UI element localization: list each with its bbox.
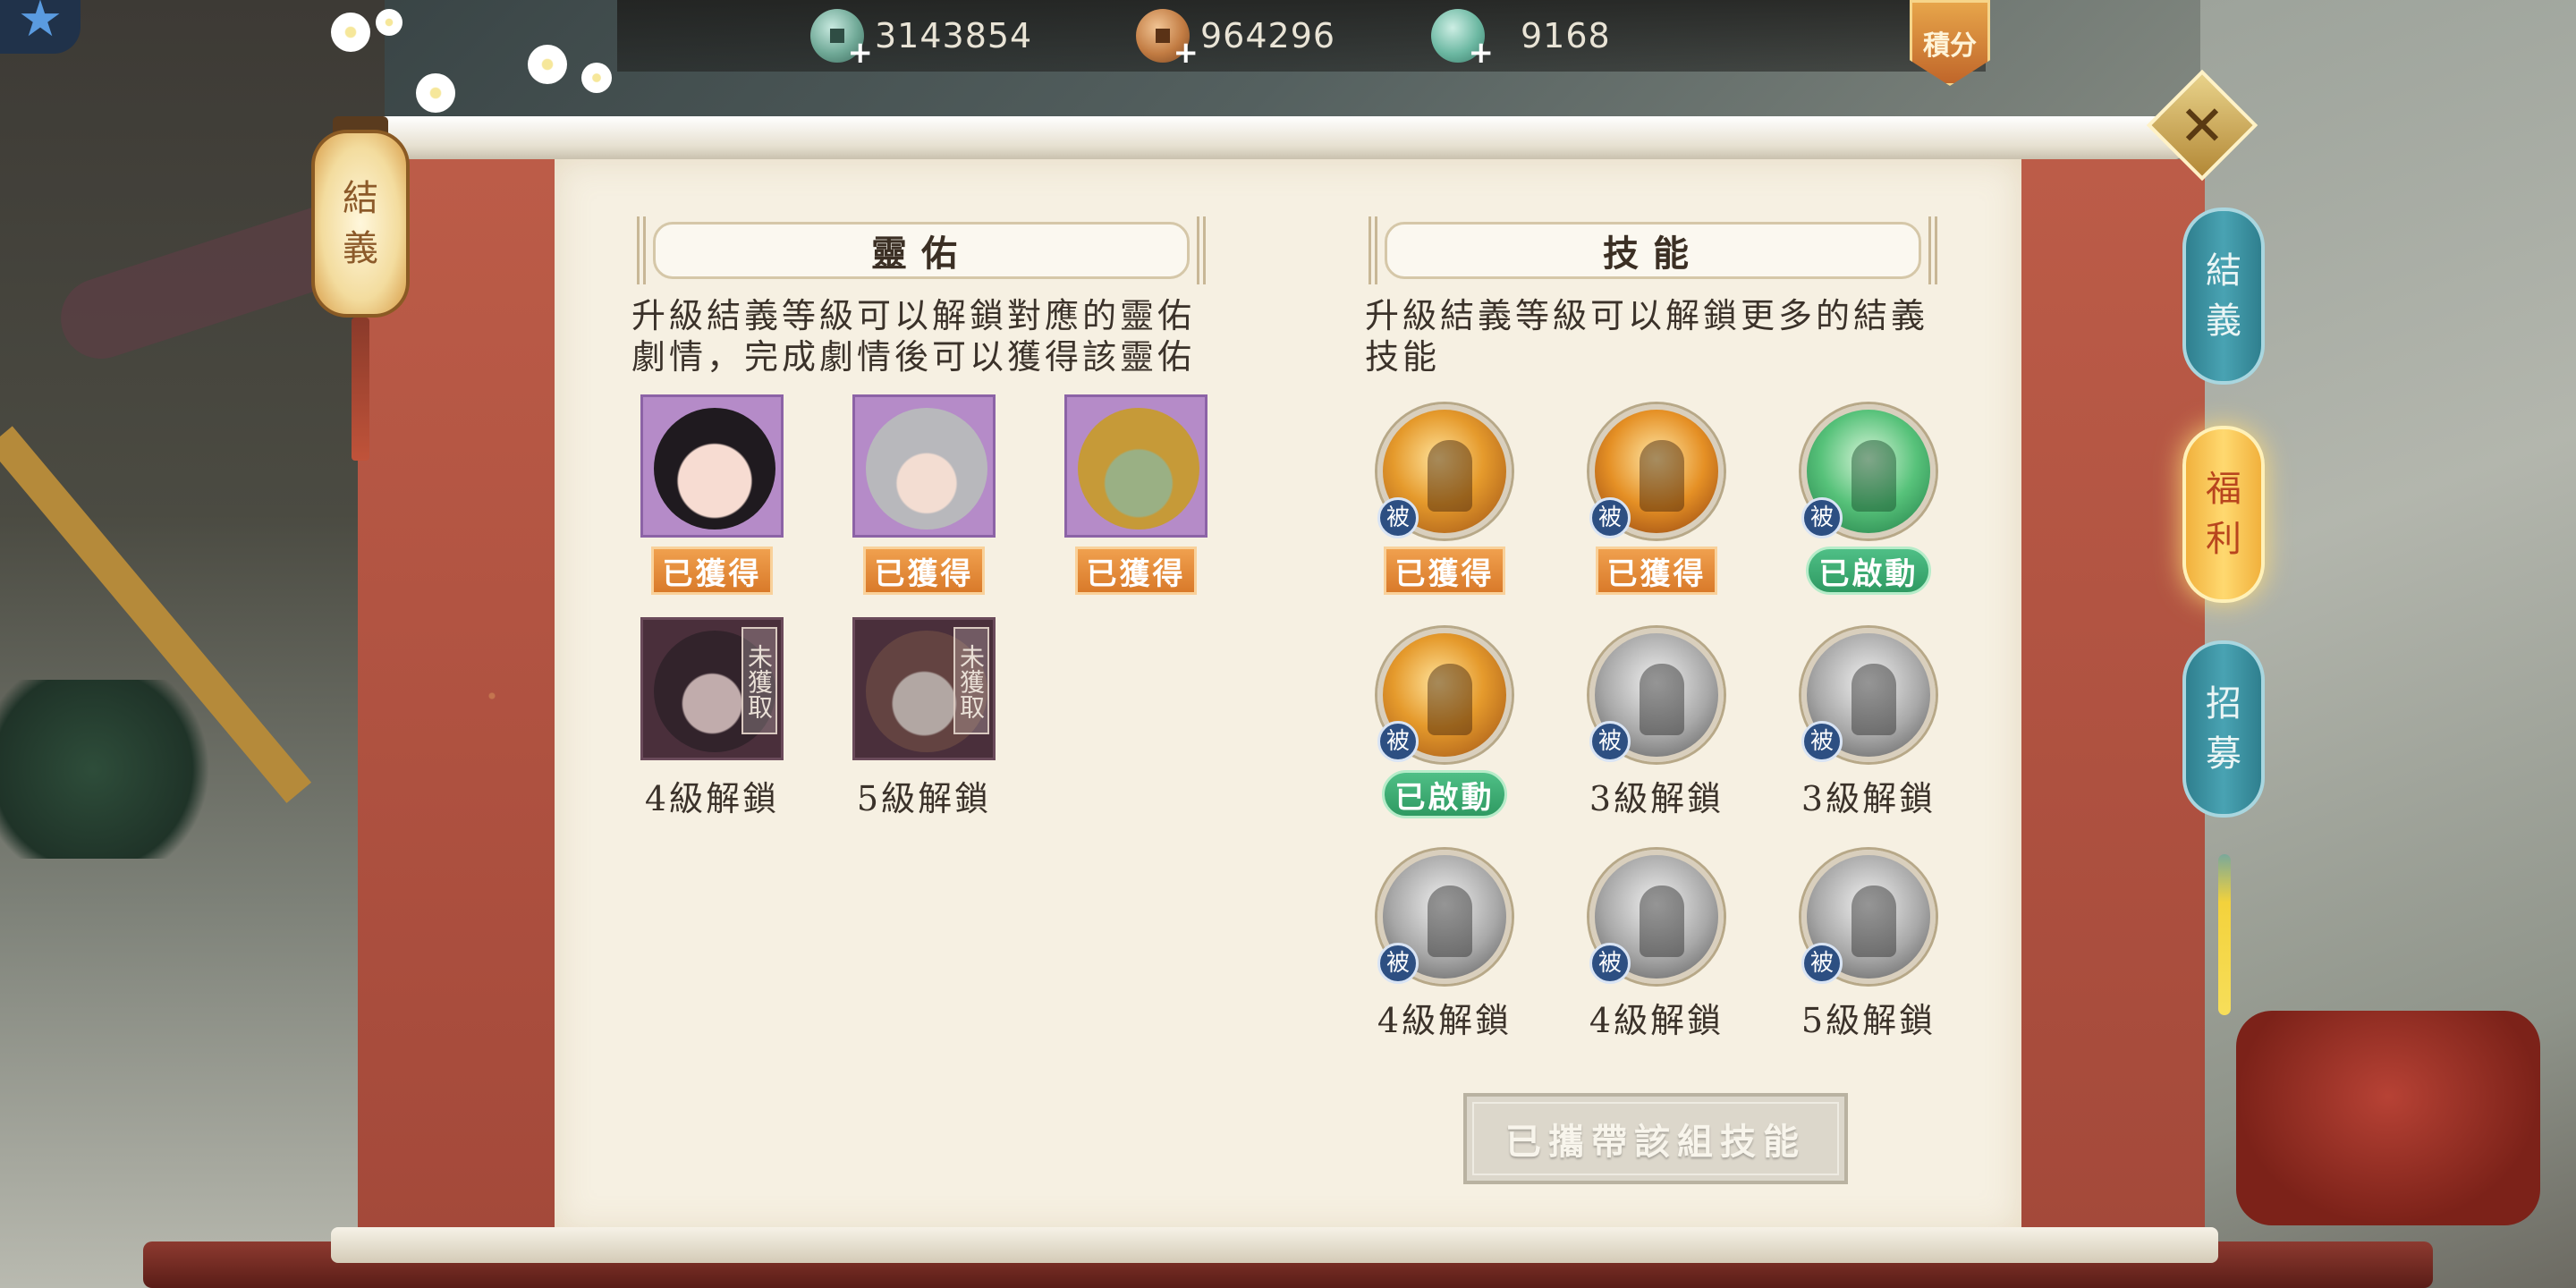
skill-icon-moon-flame[interactable]: 被: [1589, 404, 1724, 538]
lantern-char: 結: [343, 178, 378, 219]
spirit-portrait[interactable]: [852, 394, 996, 538]
passive-badge: 被: [1377, 943, 1419, 984]
status-badge-obtained: 已獲得: [1596, 547, 1717, 595]
currency-dragon[interactable]: + 9168: [1431, 9, 1611, 68]
points-badge[interactable]: 積分: [1910, 0, 1990, 86]
dragon-coin-icon: +: [1431, 9, 1494, 68]
status-badge-obtained: 已獲得: [651, 547, 773, 595]
spirit-portrait-locked[interactable]: 未獲取: [640, 617, 784, 760]
desc-line: 劇情，完成劇情後可以獲得該靈佑: [631, 337, 1196, 377]
plum-blossom-icon: [528, 45, 567, 84]
not-obtained-tag: 未獲取: [741, 627, 777, 734]
armored-general-portrait-icon: [866, 408, 987, 530]
carry-skill-set-button[interactable]: 已攜帶該組技能: [1463, 1093, 1848, 1184]
spirit-portrait[interactable]: [640, 394, 784, 538]
passive-badge: 被: [1589, 721, 1631, 762]
add-icon[interactable]: +: [1174, 38, 1199, 68]
tab-char: 義: [2206, 301, 2241, 342]
carry-button-label: 已攜帶該組技能: [1505, 1121, 1806, 1163]
status-badge-obtained: 已獲得: [863, 547, 985, 595]
jade-tassel: [2218, 854, 2231, 1015]
skill-icon-strongman-locked[interactable]: 被: [1589, 628, 1724, 762]
close-icon[interactable]: ✕: [2163, 86, 2241, 165]
unlock-level-text: 4級解鎖: [644, 779, 780, 818]
status-badge-obtained: 已獲得: [1075, 547, 1197, 595]
tab-char: 利: [2206, 519, 2241, 560]
unlock-level-text: 5級解鎖: [1801, 1001, 1936, 1040]
skill-icon-scroll-locked[interactable]: 被: [1801, 628, 1936, 762]
desc-line: 技能: [1365, 337, 1441, 377]
passive-badge: 被: [1377, 721, 1419, 762]
lantern-title: 結 義: [311, 130, 410, 318]
unlock-level-text: 3級解鎖: [1801, 779, 1936, 818]
bamboo-leaves: [0, 680, 233, 859]
plum-blossom-icon: [581, 63, 612, 93]
skill-icon-moon-locked[interactable]: 被: [1801, 850, 1936, 984]
currency-copper[interactable]: + 964296: [1136, 9, 1336, 68]
add-icon[interactable]: +: [1469, 38, 1495, 68]
plum-blossom-icon: [331, 13, 370, 52]
lady-portrait-icon: [654, 408, 775, 530]
spirit-title-text: 靈佑: [871, 233, 971, 275]
tab-recruit[interactable]: 招 募: [2182, 640, 2265, 818]
unlock-level-text: 5級解鎖: [856, 779, 992, 818]
tab-sworn-brotherhood[interactable]: 結 義: [2182, 208, 2265, 385]
tab-welfare[interactable]: 福 利: [2182, 426, 2265, 603]
skill-icon-twin-heroes[interactable]: 被: [1801, 404, 1936, 538]
spirit-description: 升級結義等級可以解鎖對應的靈佑 劇情，完成劇情後可以獲得該靈佑: [631, 295, 1222, 377]
currency-value: 964296: [1200, 16, 1336, 55]
status-badge-activated: 已啟動: [1806, 547, 1931, 595]
spirit-portrait[interactable]: [1064, 394, 1208, 538]
currency-value: 3143854: [875, 16, 1033, 55]
desc-line: 升級結義等級可以解鎖更多的結義: [1365, 296, 1929, 335]
tab-char: 招: [2206, 683, 2241, 724]
unlock-level-text: 4級解鎖: [1377, 1001, 1513, 1040]
desc-line: 升級結義等級可以解鎖對應的靈佑: [631, 296, 1196, 335]
star-icon[interactable]: ★: [0, 0, 80, 54]
skill-icon-warrior-locked[interactable]: 被: [1589, 850, 1724, 984]
green-warlord-portrait-icon: [1078, 408, 1199, 530]
spirit-section-title: 靈佑: [637, 216, 1206, 284]
spirit-portrait-locked[interactable]: 未獲取: [852, 617, 996, 760]
unlock-level-text: 4級解鎖: [1589, 1001, 1724, 1040]
plum-blossom-icon: [376, 9, 402, 36]
passive-badge: 被: [1801, 943, 1843, 984]
status-badge-obtained: 已獲得: [1384, 547, 1505, 595]
background-right-scene: [2200, 0, 2576, 1288]
tab-char: 募: [2206, 733, 2241, 775]
tab-char: 結: [2206, 250, 2241, 292]
status-badge-activated: 已啟動: [1382, 770, 1507, 818]
passive-badge: 被: [1801, 497, 1843, 538]
lantern-tassel: [352, 318, 369, 461]
copper-coin-icon: +: [1136, 9, 1199, 68]
plum-blossom-icon: [416, 73, 455, 113]
skill-description: 升級結義等級可以解鎖更多的結義 技能: [1365, 295, 1955, 377]
skill-section-title: 技能: [1368, 216, 1937, 284]
passive-badge: 被: [1589, 497, 1631, 538]
passive-badge: 被: [1589, 943, 1631, 984]
skill-icon-sword-strike[interactable]: 被: [1377, 404, 1512, 538]
lantern-char: 義: [343, 228, 378, 269]
tab-char: 福: [2206, 469, 2241, 510]
add-icon[interactable]: +: [848, 38, 874, 68]
currency-jade[interactable]: + 3143854: [810, 9, 1033, 68]
skill-icon-golden-claw[interactable]: 被: [1377, 628, 1512, 762]
red-drum: [2236, 1011, 2540, 1225]
currency-value: 9168: [1521, 16, 1611, 55]
not-obtained-tag: 未獲取: [953, 627, 989, 734]
jade-coin-icon: +: [810, 9, 873, 68]
scroll-rod-top: [367, 116, 2182, 159]
scroll-rod-bottom: [331, 1227, 2218, 1263]
skill-title-text: 技能: [1603, 233, 1703, 275]
passive-badge: 被: [1801, 721, 1843, 762]
passive-badge: 被: [1377, 497, 1419, 538]
unlock-level-text: 3級解鎖: [1589, 779, 1724, 818]
skill-icon-fortress-locked[interactable]: 被: [1377, 850, 1512, 984]
